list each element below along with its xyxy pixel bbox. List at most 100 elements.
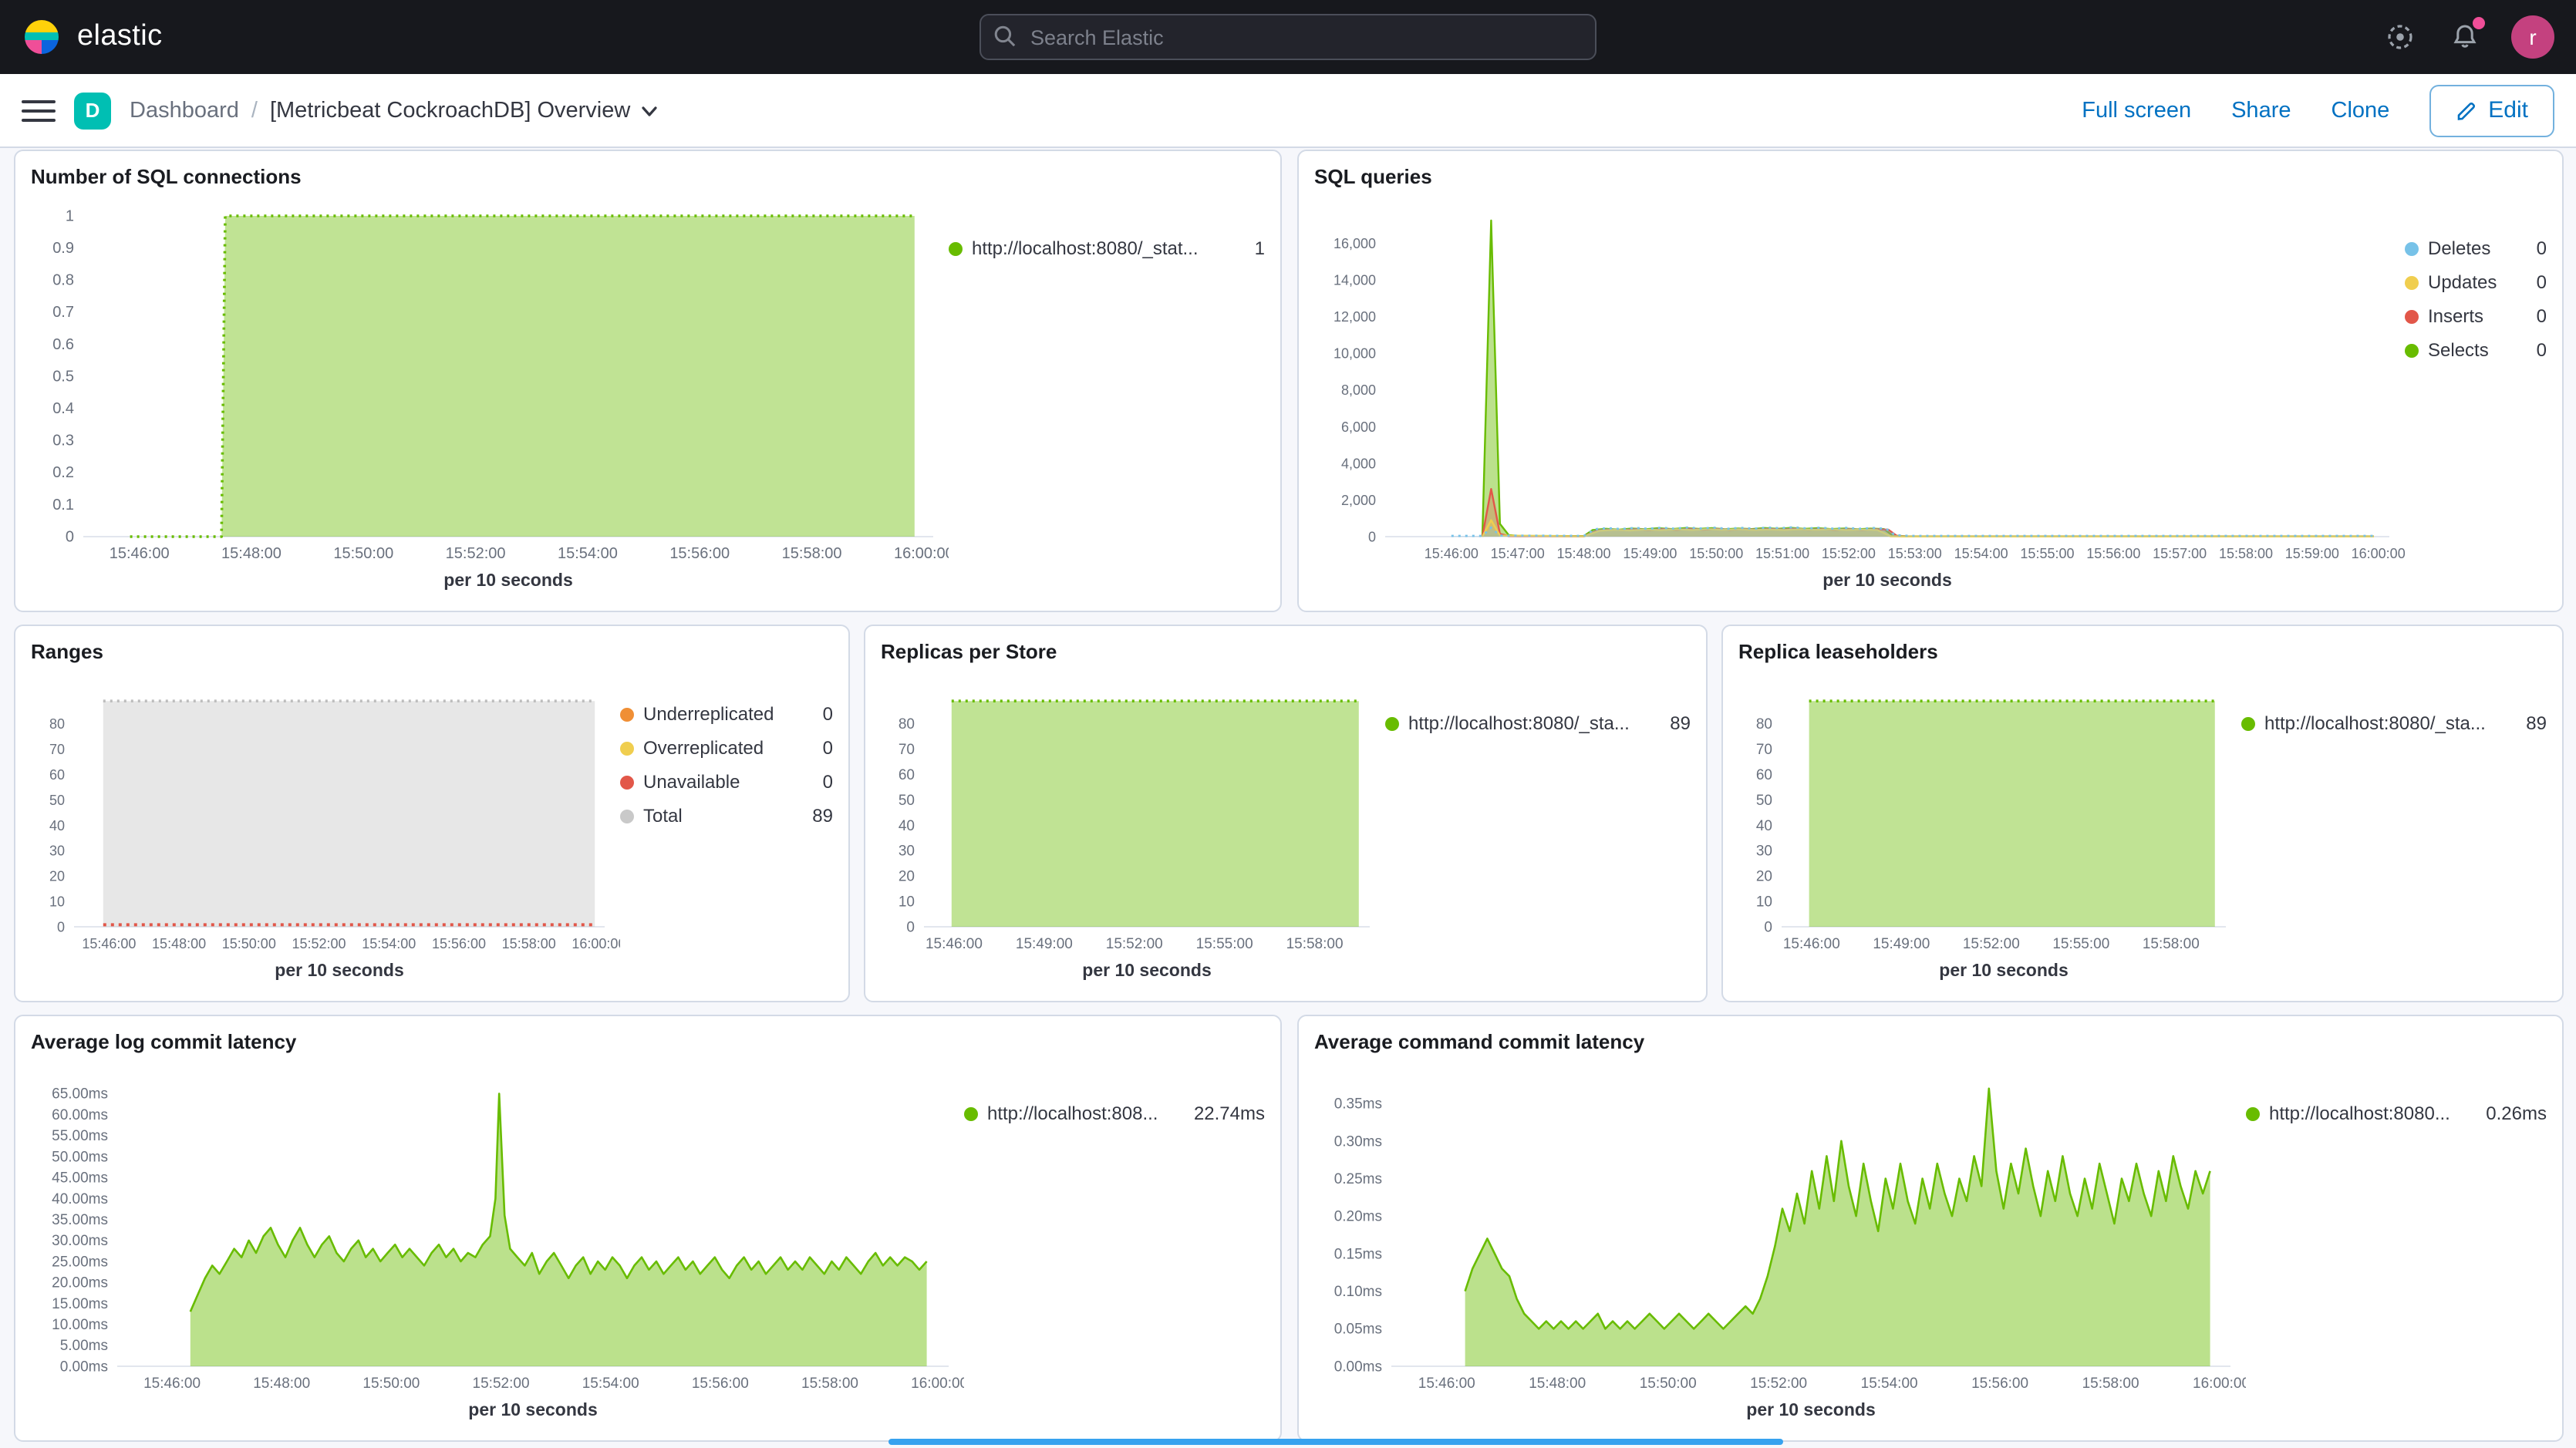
legend-item[interactable]: Inserts 0	[2405, 305, 2547, 327]
breadcrumb-dashboard[interactable]: Dashboard	[130, 98, 239, 123]
svg-text:60.00ms: 60.00ms	[52, 1107, 108, 1123]
legend-item[interactable]: Deletes0	[2405, 237, 2547, 259]
svg-text:15:50:00: 15:50:00	[362, 1376, 420, 1392]
legend-label: http://localhost:8080/_sta...	[2264, 712, 2507, 734]
panel-average-command-commit-latency: Average command commit latency 0.00ms 0.0…	[1297, 1015, 2564, 1442]
svg-text:0: 0	[906, 919, 915, 935]
search-icon	[993, 25, 1017, 56]
search-input[interactable]	[979, 14, 1597, 60]
full-screen-button[interactable]: Full screen	[2082, 98, 2191, 123]
svg-text:40.00ms: 40.00ms	[52, 1191, 108, 1207]
command-commit-latency-chart[interactable]: 0.00ms0.05ms0.10ms0.15ms0.20ms0.25ms0.30…	[1314, 1059, 2246, 1428]
svg-text:15:56:00: 15:56:00	[2086, 546, 2140, 561]
legend-dot-icon	[2405, 241, 2419, 255]
panel-title[interactable]: Ranges	[31, 638, 833, 666]
scrollbar-horizontal[interactable]	[888, 1439, 1783, 1445]
legend-value: 0	[2537, 339, 2547, 361]
legend-item[interactable]: http://localhost:8080/_stat...1	[949, 237, 1265, 259]
svg-text:80: 80	[899, 716, 915, 732]
svg-text:30: 30	[1756, 844, 1772, 860]
space-badge[interactable]: D	[74, 92, 111, 129]
legend-item[interactable]: http://localhost:8080...0.26ms	[2246, 1103, 2547, 1124]
legend-item[interactable]: http://localhost:808...22.74ms	[964, 1103, 1265, 1124]
legend-item[interactable]: Unavailable0	[620, 771, 833, 793]
panel-title[interactable]: Average command commit latency	[1314, 1029, 2547, 1056]
legend-value: 0	[2537, 237, 2547, 259]
panel-replica-leaseholders: Replica leaseholders 0102030405060708015…	[1721, 625, 2564, 1002]
notifications-icon[interactable]	[2446, 19, 2483, 56]
legend-item[interactable]: Updates0	[2405, 271, 2547, 293]
panel-sql-queries: SQL queries 02,0004,0006,0008,00010,0001…	[1297, 150, 2564, 612]
svg-text:15:52:00: 15:52:00	[1822, 546, 1876, 561]
svg-text:0.9: 0.9	[52, 240, 74, 257]
ranges-chart[interactable]: 0102030405060708015:46:0015:48:0015:50:0…	[31, 669, 620, 988]
edit-button[interactable]: Edit	[2429, 84, 2554, 136]
svg-text:0.05ms: 0.05ms	[1334, 1322, 1382, 1338]
legend-item[interactable]: Underreplicated0	[620, 703, 833, 725]
clone-button[interactable]: Clone	[2332, 98, 2390, 123]
svg-text:15:47:00: 15:47:00	[1491, 546, 1545, 561]
share-button[interactable]: Share	[2231, 98, 2291, 123]
svg-text:65.00ms: 65.00ms	[52, 1086, 108, 1103]
legend-dot-icon	[2241, 716, 2255, 730]
cloud-icon[interactable]	[2382, 19, 2419, 56]
svg-text:0: 0	[66, 528, 74, 545]
legend-item[interactable]: Overreplicated0	[620, 737, 833, 759]
svg-text:14,000: 14,000	[1334, 273, 1376, 288]
replica-leaseholders-chart[interactable]: 0102030405060708015:46:0015:49:0015:52:0…	[1738, 669, 2241, 988]
svg-text:2,000: 2,000	[1341, 493, 1376, 508]
panel-title[interactable]: Average log commit latency	[31, 1029, 1265, 1056]
svg-text:15:46:00: 15:46:00	[110, 545, 170, 562]
legend-value: 0	[2537, 305, 2547, 327]
legend-item[interactable]: Selects0	[2405, 339, 2547, 361]
svg-text:50: 50	[49, 793, 65, 808]
svg-text:20.00ms: 20.00ms	[52, 1275, 108, 1291]
svg-text:15:55:00: 15:55:00	[2052, 936, 2109, 952]
replicas-per-store-chart[interactable]: 0102030405060708015:46:0015:49:0015:52:0…	[881, 669, 1385, 988]
svg-text:40: 40	[1756, 818, 1772, 834]
log-commit-latency-chart[interactable]: 0.00ms5.00ms10.00ms15.00ms20.00ms25.00ms…	[31, 1059, 964, 1428]
brand-wordmark: elastic	[77, 20, 163, 54]
svg-text:15:58:00: 15:58:00	[801, 1376, 858, 1392]
panel-title[interactable]: Number of SQL connections	[31, 163, 1265, 191]
svg-text:50: 50	[1756, 793, 1772, 809]
sql-queries-chart[interactable]: 02,0004,0006,0008,00010,00012,00014,0001…	[1314, 194, 2405, 598]
legend-item[interactable]: http://localhost:8080/_sta...89	[2241, 712, 2547, 734]
panel-title[interactable]: Replicas per Store	[881, 638, 1691, 666]
svg-text:0.8: 0.8	[52, 272, 74, 289]
menu-icon[interactable]	[22, 93, 56, 127]
legend-label: Inserts	[2428, 305, 2518, 327]
svg-text:per 10 seconds: per 10 seconds	[1822, 570, 1951, 590]
svg-text:10: 10	[49, 894, 65, 909]
svg-text:60: 60	[49, 767, 65, 783]
legend-dot-icon	[620, 809, 634, 823]
header-actions: r	[2382, 15, 2554, 59]
panel-title[interactable]: Replica leaseholders	[1738, 638, 2547, 666]
user-avatar[interactable]: r	[2511, 15, 2554, 59]
svg-text:15:52:00: 15:52:00	[1750, 1376, 1807, 1392]
replica-leaseholders-legend: http://localhost:8080/_sta...89	[2241, 669, 2547, 988]
svg-text:15:52:00: 15:52:00	[292, 936, 346, 951]
sql-connections-chart[interactable]: 00.10.20.30.40.50.60.70.80.9115:46:0015:…	[31, 194, 949, 598]
legend-item[interactable]: http://localhost:8080/_sta...89	[1385, 712, 1691, 734]
svg-text:0.4: 0.4	[52, 400, 74, 417]
panel-average-log-commit-latency: Average log commit latency 0.00ms5.00ms1…	[14, 1015, 1282, 1442]
svg-text:15:54:00: 15:54:00	[1954, 546, 2008, 561]
svg-text:15:48:00: 15:48:00	[1529, 1376, 1586, 1392]
svg-text:0.7: 0.7	[52, 304, 74, 321]
page-title[interactable]: [Metricbeat CockroachDB] Overview	[270, 98, 658, 123]
svg-text:25.00ms: 25.00ms	[52, 1254, 108, 1270]
svg-text:1: 1	[66, 207, 74, 224]
svg-text:per 10 seconds: per 10 seconds	[1746, 1399, 1875, 1419]
panel-title[interactable]: SQL queries	[1314, 163, 2547, 191]
svg-text:15:58:00: 15:58:00	[782, 545, 842, 562]
notification-badge	[2473, 17, 2485, 29]
svg-text:15:56:00: 15:56:00	[1971, 1376, 2028, 1392]
svg-text:20: 20	[49, 869, 65, 884]
svg-text:15:54:00: 15:54:00	[582, 1376, 639, 1392]
command-commit-latency-legend: http://localhost:8080...0.26ms	[2246, 1059, 2547, 1428]
svg-text:0.00ms: 0.00ms	[1334, 1359, 1382, 1375]
legend-value: 0.26ms	[2486, 1103, 2547, 1124]
legend-item[interactable]: Total89	[620, 805, 833, 827]
elastic-logo[interactable]	[22, 17, 62, 57]
